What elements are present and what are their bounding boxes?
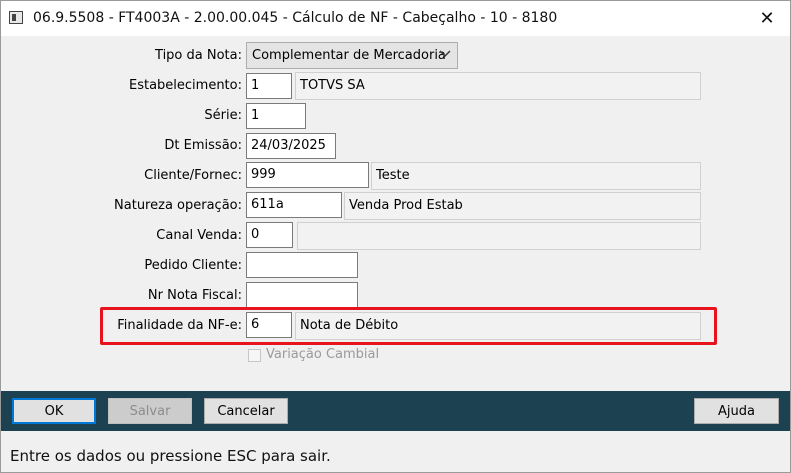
- finalidade-highlight-box: [100, 307, 717, 345]
- cancelar-button[interactable]: Cancelar: [204, 398, 288, 424]
- nr-nota-fiscal-input[interactable]: [246, 282, 358, 308]
- chevron-down-icon: [439, 48, 451, 61]
- ok-button[interactable]: OK: [12, 398, 96, 424]
- button-bar: OK Salvar Cancelar Ajuda: [1, 391, 790, 431]
- status-message: Entre os dados ou pressione ESC para sai…: [10, 447, 331, 465]
- tipo-nota-label: Tipo da Nota:: [155, 48, 242, 63]
- close-icon[interactable]: ✕: [744, 1, 790, 36]
- ajuda-button[interactable]: Ajuda: [694, 398, 779, 424]
- natureza-label: Natureza operação:: [114, 198, 242, 213]
- serie-label: Série:: [204, 108, 242, 123]
- tipo-nota-select[interactable]: Complementar de Mercadoria: [246, 42, 458, 69]
- nr-nota-fiscal-label: Nr Nota Fiscal:: [147, 288, 242, 303]
- tipo-nota-value: Complementar de Mercadoria: [252, 48, 446, 63]
- canal-venda-code-input[interactable]: 0: [246, 222, 293, 248]
- status-bar: Entre os dados ou pressione ESC para sai…: [1, 434, 790, 472]
- estabelecimento-code-input[interactable]: 1: [246, 73, 292, 99]
- title-bar: 06.9.5508 - FT4003A - 2.00.00.045 - Cálc…: [1, 1, 790, 36]
- canal-venda-desc-field: [297, 222, 701, 250]
- cliente-code-input[interactable]: 999: [246, 162, 369, 188]
- cliente-label: Cliente/Fornec:: [144, 168, 242, 183]
- dialog-window: 06.9.5508 - FT4003A - 2.00.00.045 - Cálc…: [0, 0, 791, 473]
- pedido-cliente-input[interactable]: [246, 252, 358, 278]
- estabelecimento-label: Estabelecimento:: [128, 78, 242, 93]
- dt-emissao-label: Dt Emissão:: [164, 138, 242, 153]
- natureza-desc-field: Venda Prod Estab: [344, 192, 701, 220]
- window-title: 06.9.5508 - FT4003A - 2.00.00.045 - Cálc…: [33, 10, 558, 26]
- natureza-code-input[interactable]: 611a: [246, 192, 342, 218]
- canal-venda-label: Canal Venda:: [156, 228, 242, 243]
- serie-input[interactable]: 1: [246, 103, 306, 129]
- estabelecimento-desc-field: TOTVS SA: [295, 72, 701, 100]
- app-window-icon: [9, 11, 23, 24]
- cliente-desc-field: Teste: [371, 162, 701, 190]
- pedido-cliente-label: Pedido Cliente:: [144, 258, 242, 273]
- variacao-cambial-label: Variação Cambial: [266, 347, 380, 362]
- salvar-button[interactable]: Salvar: [108, 398, 192, 424]
- variacao-cambial-checkbox[interactable]: [248, 349, 261, 362]
- dt-emissao-input[interactable]: 24/03/2025: [246, 133, 336, 159]
